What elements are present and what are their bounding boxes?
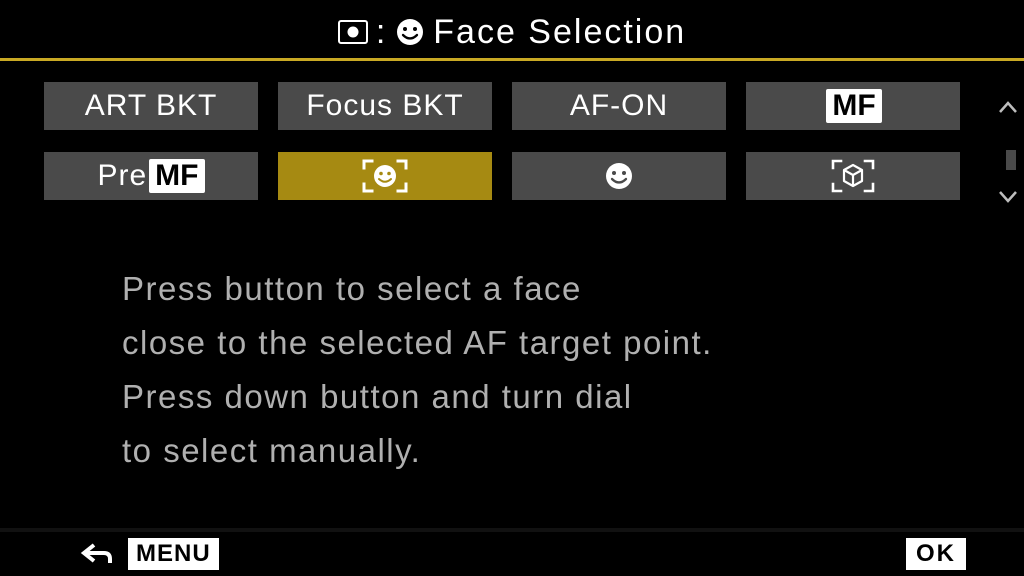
header-separator: :	[376, 13, 387, 52]
desc-line: Press down button and turn dial	[122, 370, 882, 424]
face-bracket-icon	[360, 157, 410, 195]
mf-badge: MF	[149, 159, 204, 193]
option-label: Focus BKT	[306, 89, 463, 123]
desc-line: Press button to select a face	[122, 262, 882, 316]
header-divider	[0, 58, 1024, 61]
option-focus-bkt[interactable]: Focus BKT	[278, 82, 492, 130]
option-pre-mf[interactable]: PreMF	[44, 152, 258, 200]
pre-text: Pre	[97, 159, 147, 193]
page-header: : Face Selection	[0, 10, 1024, 54]
face-icon	[604, 161, 634, 191]
menu-button[interactable]: MENU	[128, 538, 219, 570]
back-icon[interactable]	[80, 541, 114, 567]
face-icon	[395, 17, 425, 47]
focus-point-icon	[338, 20, 368, 44]
page-title: Face Selection	[433, 13, 686, 52]
footer-bar: MENU OK	[0, 532, 1024, 576]
option-art-bkt[interactable]: ART BKT	[44, 82, 258, 130]
scroll-up-icon[interactable]	[998, 100, 1018, 114]
desc-line: to select manually.	[122, 424, 882, 478]
scroll-indicator	[1006, 150, 1016, 170]
option-label: ART BKT	[85, 89, 218, 123]
option-mf[interactable]: MF	[746, 82, 960, 130]
ok-button[interactable]: OK	[906, 538, 966, 570]
option-subject-detect[interactable]	[746, 152, 960, 200]
desc-line: close to the selected AF target point.	[122, 316, 882, 370]
option-face-selection[interactable]	[278, 152, 492, 200]
scroll-down-icon[interactable]	[998, 190, 1018, 204]
option-grid: ART BKT Focus BKT AF-ON MF PreMF	[44, 82, 960, 200]
cube-bracket-icon	[829, 157, 877, 195]
option-label: AF-ON	[570, 89, 668, 123]
option-af-on[interactable]: AF-ON	[512, 82, 726, 130]
description-text: Press button to select a face close to t…	[122, 262, 882, 478]
option-face[interactable]	[512, 152, 726, 200]
mf-badge: MF	[826, 89, 881, 123]
